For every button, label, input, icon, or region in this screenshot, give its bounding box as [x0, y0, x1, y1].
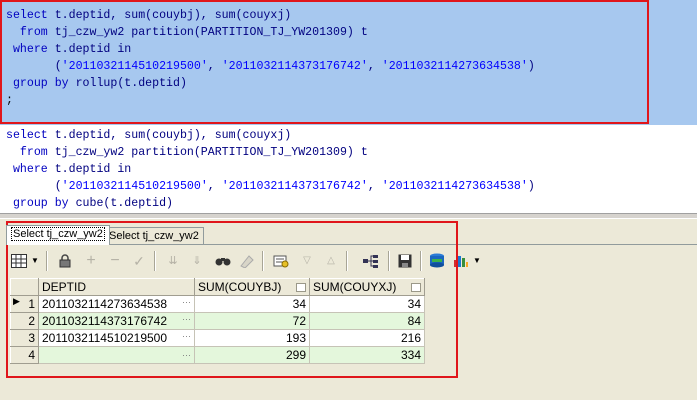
- tab-result-1[interactable]: Select tj_czw_yw2: [6, 225, 110, 245]
- query-cube[interactable]: select t.deptid, sum(couybj), sum(couyxj…: [6, 127, 535, 212]
- highlight-box-query: [0, 0, 649, 124]
- chevron-down-icon[interactable]: ▼: [472, 252, 482, 270]
